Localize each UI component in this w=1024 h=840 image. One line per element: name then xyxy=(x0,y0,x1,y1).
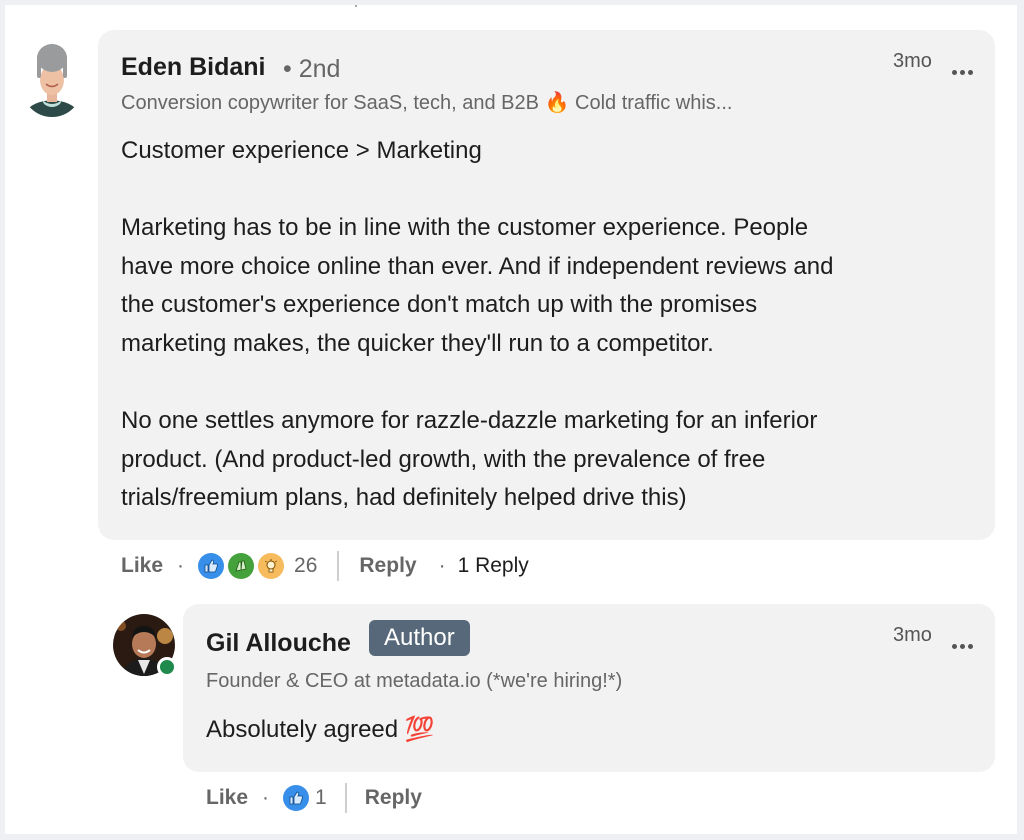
comment-text-p1: Customer experience > Marketing xyxy=(121,137,482,164)
more-horizontal-icon[interactable] xyxy=(952,58,976,81)
reply-author-headline: Founder & CEO at metadata.io (*we're hir… xyxy=(206,670,623,692)
reply-author-name[interactable]: Gil Allouche xyxy=(206,629,351,658)
reaction-count: 1 xyxy=(315,786,327,809)
like-button[interactable]: Like xyxy=(206,786,248,810)
reaction-count: 26 xyxy=(294,554,318,577)
like-icon xyxy=(198,553,225,579)
comment-text-p3: No one settles anymore for razzle-dazzle… xyxy=(121,407,818,511)
more-horizontal-icon[interactable] xyxy=(952,632,976,655)
like-icon xyxy=(283,785,310,811)
reactions-summary[interactable]: 1 xyxy=(283,785,327,811)
separator-dot: · xyxy=(177,554,185,577)
reply-actions: Like · 1 Reply xyxy=(206,783,422,813)
celebrate-icon xyxy=(228,553,255,579)
action-divider xyxy=(344,783,347,813)
comment-text-p2: Marketing has to be in line with the cus… xyxy=(121,214,834,357)
separator-dot: · xyxy=(262,786,270,809)
avatar-image xyxy=(22,44,82,117)
reply-button[interactable]: Reply xyxy=(365,786,422,810)
action-divider xyxy=(337,551,340,581)
author-badge: Author xyxy=(369,620,470,656)
online-status-indicator xyxy=(157,657,177,677)
insightful-icon xyxy=(258,553,285,579)
like-button[interactable]: Like xyxy=(121,554,163,578)
connection-degree: • 2nd xyxy=(283,55,341,83)
reply-text: Absolutely agreed 💯 xyxy=(206,716,435,743)
comment-author-headline: Conversion copywriter for SaaS, tech, an… xyxy=(121,92,733,114)
comment-timestamp: 3mo xyxy=(893,50,932,72)
avatar-eden-bidani[interactable] xyxy=(22,42,82,117)
comment-author-name[interactable]: Eden Bidani xyxy=(121,53,265,82)
divider-mark xyxy=(355,5,357,7)
comment-actions: Like · 26 Reply · 1 Reply xyxy=(121,551,529,581)
reply-timestamp: 3mo xyxy=(893,624,932,646)
reply-button[interactable]: Reply xyxy=(359,554,416,578)
reactions-summary[interactable]: 26 xyxy=(198,553,317,579)
replies-link[interactable]: 1 Reply xyxy=(458,554,529,578)
separator-dot: · xyxy=(438,554,446,577)
